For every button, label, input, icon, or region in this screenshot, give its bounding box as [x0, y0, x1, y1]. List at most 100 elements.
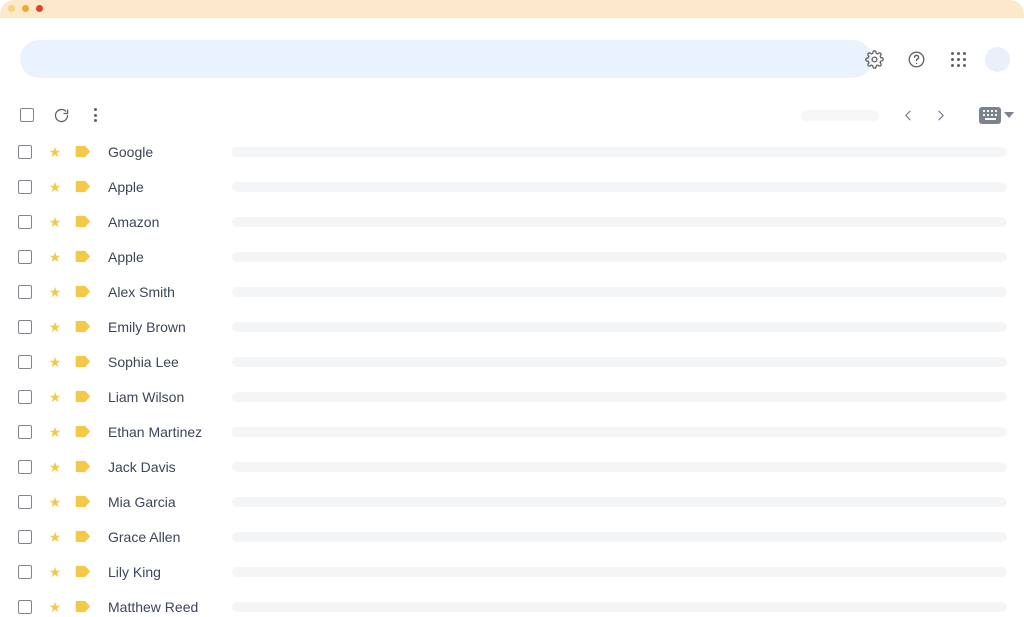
row-checkbox[interactable] — [8, 249, 42, 264]
checkbox-box — [18, 494, 32, 509]
star-icon[interactable]: ★ — [42, 600, 68, 614]
star-icon[interactable]: ★ — [42, 495, 68, 509]
table-row[interactable]: ★ Apple — [0, 169, 1024, 204]
label-tag-icon[interactable] — [68, 600, 98, 613]
star-icon[interactable]: ★ — [42, 390, 68, 404]
minimize-dot[interactable] — [22, 5, 29, 12]
gear-icon[interactable] — [857, 42, 891, 76]
subject-skeleton — [232, 251, 1007, 262]
next-page-icon[interactable] — [925, 100, 955, 130]
table-row[interactable]: ★ Google — [0, 134, 1024, 169]
table-row[interactable]: ★ Jack Davis — [0, 449, 1024, 484]
label-tag-icon[interactable] — [68, 145, 98, 158]
row-checkbox[interactable] — [8, 494, 42, 509]
row-checkbox[interactable] — [8, 354, 42, 369]
sender-name: Jack Davis — [108, 458, 176, 475]
header-icon-group — [857, 40, 1010, 78]
checkbox-box — [18, 249, 32, 264]
table-row[interactable]: ★ Amazon — [0, 204, 1024, 239]
help-icon[interactable] — [899, 42, 933, 76]
label-tag-icon[interactable] — [68, 320, 98, 333]
star-icon[interactable]: ★ — [42, 215, 68, 229]
label-tag-icon[interactable] — [68, 355, 98, 368]
table-row[interactable]: ★ Grace Allen — [0, 519, 1024, 554]
label-tag-icon[interactable] — [68, 530, 98, 543]
row-checkbox[interactable] — [8, 599, 42, 614]
label-tag-icon[interactable] — [68, 495, 98, 508]
star-icon[interactable]: ★ — [42, 565, 68, 579]
label-tag-icon[interactable] — [68, 215, 98, 228]
label-tag-icon[interactable] — [68, 565, 98, 578]
star-icon[interactable]: ★ — [42, 145, 68, 159]
checkbox-box — [18, 319, 32, 334]
label-tag-icon[interactable] — [68, 180, 98, 193]
table-row[interactable]: ★ Sophia Lee — [0, 344, 1024, 379]
avatar[interactable] — [985, 46, 1010, 72]
row-checkbox[interactable] — [8, 214, 42, 229]
row-checkbox[interactable] — [8, 179, 42, 194]
titlebar — [0, 0, 1024, 18]
row-checkbox[interactable] — [8, 459, 42, 474]
sender-name: Alex Smith — [108, 283, 175, 300]
table-row[interactable]: ★ Ethan Martinez — [0, 414, 1024, 449]
search-input[interactable] — [20, 40, 872, 78]
table-row[interactable]: ★ Matthew Reed — [0, 589, 1024, 617]
subject-skeleton — [232, 321, 1007, 332]
table-row[interactable]: ★ Liam Wilson — [0, 379, 1024, 414]
row-checkbox[interactable] — [8, 284, 42, 299]
row-checkbox[interactable] — [8, 424, 42, 439]
row-checkbox[interactable] — [8, 144, 42, 159]
sender-name: Mia Garcia — [108, 493, 176, 510]
star-icon[interactable]: ★ — [42, 460, 68, 474]
sender-name: Sophia Lee — [108, 353, 179, 370]
label-tag-icon[interactable] — [68, 390, 98, 403]
row-checkbox[interactable] — [8, 564, 42, 579]
header — [0, 18, 1024, 94]
prev-page-icon[interactable] — [893, 100, 923, 130]
star-icon[interactable]: ★ — [42, 320, 68, 334]
toolbar-left-group — [12, 100, 110, 130]
apps-grid-dots — [950, 51, 966, 67]
label-tag-icon[interactable] — [68, 460, 98, 473]
checkbox-box — [18, 144, 32, 159]
star-icon[interactable]: ★ — [42, 285, 68, 299]
star-icon[interactable]: ★ — [42, 250, 68, 264]
table-row[interactable]: ★ Emily Brown — [0, 309, 1024, 344]
pagination-count — [801, 109, 879, 121]
subject-skeleton — [232, 216, 1007, 227]
toolbar — [0, 94, 1024, 134]
input-tools-control[interactable] — [979, 106, 1014, 124]
table-row[interactable]: ★ Alex Smith — [0, 274, 1024, 309]
label-tag-icon[interactable] — [68, 425, 98, 438]
subject-skeleton — [232, 356, 1007, 367]
subject-skeleton — [232, 286, 1007, 297]
more-options-icon[interactable] — [80, 100, 110, 130]
refresh-icon[interactable] — [46, 100, 76, 130]
table-row[interactable]: ★ Mia Garcia — [0, 484, 1024, 519]
checkbox-box — [18, 599, 32, 614]
subject-skeleton — [232, 531, 1007, 542]
sender-name: Matthew Reed — [108, 598, 199, 615]
table-row[interactable]: ★ Apple — [0, 239, 1024, 274]
label-tag-icon[interactable] — [68, 285, 98, 298]
row-checkbox[interactable] — [8, 319, 42, 334]
star-icon[interactable]: ★ — [42, 355, 68, 369]
row-checkbox[interactable] — [8, 389, 42, 404]
apps-grid-icon[interactable] — [941, 42, 975, 76]
chevron-down-icon — [1004, 112, 1014, 118]
subject-skeleton — [232, 146, 1007, 157]
checkbox-box — [18, 564, 32, 579]
table-row[interactable]: ★ Lily King — [0, 554, 1024, 589]
keyboard-icon — [979, 106, 1001, 124]
label-tag-icon[interactable] — [68, 250, 98, 263]
maximize-dot[interactable] — [36, 5, 43, 12]
checkbox-box — [18, 214, 32, 229]
checkbox-box — [18, 284, 32, 299]
star-icon[interactable]: ★ — [42, 530, 68, 544]
select-all-checkbox[interactable] — [12, 100, 42, 130]
close-dot[interactable] — [8, 5, 15, 12]
sender-name: Apple — [108, 178, 144, 195]
star-icon[interactable]: ★ — [42, 180, 68, 194]
star-icon[interactable]: ★ — [42, 425, 68, 439]
row-checkbox[interactable] — [8, 529, 42, 544]
